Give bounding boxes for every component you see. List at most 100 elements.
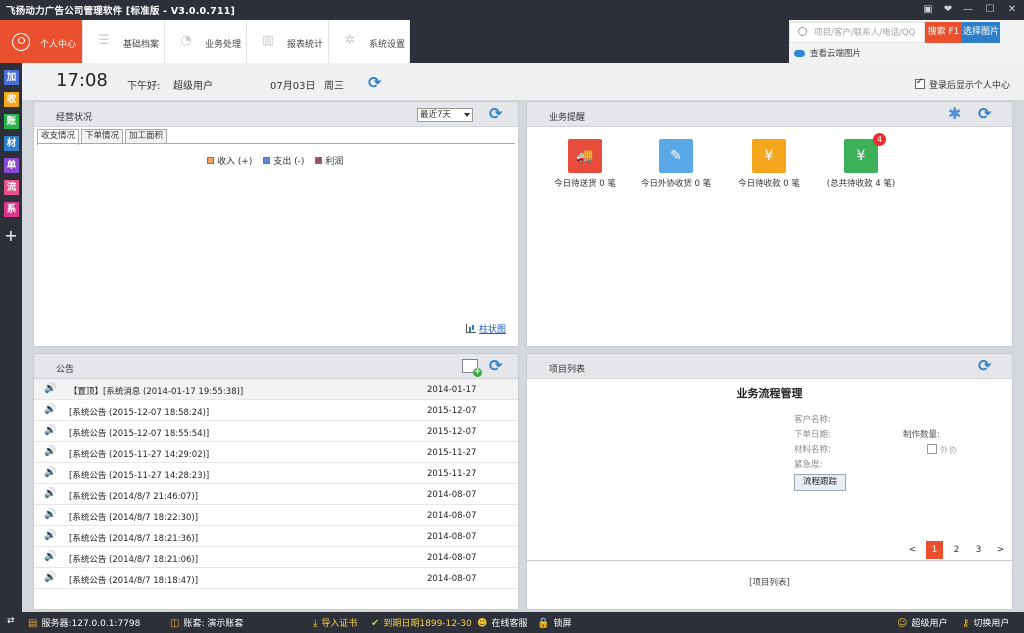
search-button[interactable]: 搜索 F1 (925, 22, 962, 43)
status-bar: ⇄ ▤ 服务器:127.0.0.1:7798 ◫ 账套: 演示账套 ⤓ 导入证书 ✔ 到… (0, 612, 1024, 633)
cloud-label: 查看云端图片 (810, 49, 862, 59)
search-area: 搜索 F1 选择图片 查看云端图片 (789, 20, 1024, 63)
notices-panel: 公告 ⟳ 🔊 【置顶】[系统消息 (2014-01-17 19:55:38)] … (33, 353, 519, 610)
tab-business[interactable]: ◔ 业务处理 (165, 20, 247, 63)
notice-text: [系统公告 (2014/8/7 18:21:36)] (69, 534, 199, 544)
refresh-icon[interactable]: ⟳ (489, 106, 502, 122)
notice-date: 2014-08-07 (427, 490, 477, 500)
refresh-icon[interactable]: ⟳ (978, 106, 991, 122)
reminder-receivable-total[interactable]: ¥ 4 (总共待收款 4 笔) (816, 133, 906, 189)
quantity-label: 制作数量: (903, 430, 940, 440)
current-user[interactable]: ☺ 超级用户 (897, 616, 947, 629)
show-on-login-checkbox[interactable]: 登录后显示个人中心 (915, 77, 1011, 91)
quick-order[interactable]: 单 (4, 158, 19, 173)
notice-row[interactable]: 🔊 [系统公告 (2014/8/7 18:21:06)] 2014-08-07 (34, 547, 518, 568)
pager-next[interactable]: > (992, 541, 1009, 559)
legend-swatch (315, 157, 323, 164)
account-info: ◫ 账套: 演示账套 (170, 616, 243, 629)
online-service-button[interactable]: ☻ 在线客服 (477, 616, 527, 629)
pager-page-1[interactable]: 1 (926, 541, 943, 559)
quick-flow[interactable]: 流 (4, 180, 19, 195)
database-icon: ◫ (170, 618, 180, 629)
tab-personal-center[interactable]: 个人中心 (0, 20, 83, 63)
tab-basic-archive[interactable]: ☰ 基础档案 (83, 20, 165, 63)
checkbox-label: 登录后显示个人中心 (929, 81, 1011, 91)
clock: 17:08 (56, 70, 108, 91)
cloud-images-link[interactable]: 查看云端图片 (794, 47, 861, 59)
choose-image-button[interactable]: 选择图片 (962, 22, 1000, 43)
switch-user-label: 切换用户 (973, 619, 1010, 629)
maximize-button[interactable]: ☐ (982, 2, 998, 18)
swap-icon[interactable]: ⇄ (7, 616, 15, 626)
tab-label: 业务处理 (205, 40, 242, 50)
favorite-icon[interactable]: ❤ (940, 2, 956, 18)
lock-screen-button[interactable]: 🔒 锁屏 (537, 616, 571, 629)
skin-icon[interactable]: ▣ (920, 2, 936, 18)
pager-prev[interactable]: < (904, 541, 921, 559)
tab-settings[interactable]: ✲ 系统设置 (329, 20, 410, 63)
minimize-button[interactable]: — (960, 2, 976, 18)
pager-page-3[interactable]: 3 (970, 541, 987, 559)
reminder-delivery[interactable]: 🚚 今日待送货 0 笔 (540, 139, 630, 189)
tab-orders[interactable]: 下单情况 (81, 129, 124, 144)
tab-processing-area[interactable]: 加工面积 (125, 129, 168, 144)
notice-row[interactable]: 🔊 [系统公告 (2015-12-07 18:58:24)] 2015-12-0… (34, 400, 518, 421)
quick-material[interactable]: 材 (4, 136, 19, 151)
truck-icon: 🚚 (568, 139, 602, 173)
notice-row[interactable]: 🔊 [系统公告 (2015-11-27 14:29:02)] 2015-11-2… (34, 442, 518, 463)
bar-chart-icon: ▥ (261, 33, 275, 48)
gauge-icon: ◔ (180, 33, 192, 48)
notice-row[interactable]: 🔊 [系统公告 (2014/8/7 18:21:36)] 2014-08-07 (34, 526, 518, 547)
quick-system[interactable]: 系 (4, 202, 19, 217)
refresh-icon[interactable]: ⟳ (489, 358, 502, 374)
bar-chart-icon (466, 324, 476, 333)
notice-date: 2014-08-07 (427, 574, 477, 584)
bar-chart-label: 柱状图 (479, 325, 507, 335)
notice-date: 2015-11-27 (427, 469, 477, 479)
period-select[interactable]: 最近7天 (417, 108, 473, 122)
speaker-icon: 🔊 (44, 530, 57, 541)
order-date-label: 下单日期: (794, 430, 831, 440)
gear-icon[interactable]: ✱ (948, 106, 961, 122)
reminder-outsource[interactable]: ✎ 今日外协收货 0 笔 (631, 139, 721, 189)
track-flow-button[interactable]: 流程跟踪 (794, 474, 846, 491)
quick-account[interactable]: 账 (4, 114, 19, 129)
notice-row[interactable]: 🔊 [系统公告 (2015-11-27 14:28:23)] 2015-11-2… (34, 463, 518, 484)
notice-row[interactable]: 🔊 【置顶】[系统消息 (2014-01-17 19:55:38)] 2014-… (34, 379, 518, 400)
quick-add[interactable]: 加 (4, 70, 19, 85)
refresh-icon[interactable]: ⟳ (368, 75, 381, 91)
expire-date: ✔ 到期日期1899-12-30 (371, 616, 472, 629)
legend-swatch (263, 157, 271, 164)
add-notice-icon[interactable] (462, 359, 482, 377)
pager-page-2[interactable]: 2 (948, 541, 965, 559)
notice-row[interactable]: 🔊 [系统公告 (2014/8/7 18:22:30)] 2014-08-07 (34, 505, 518, 526)
notice-row[interactable]: 🔊 [系统公告 (2014/8/7 18:18:47)] 2014-08-07 (34, 568, 518, 589)
notice-text: [系统公告 (2014/8/7 21:46:07)] (69, 492, 199, 502)
quick-receive[interactable]: 收 (4, 92, 19, 107)
material-label: 材料名称: (794, 445, 831, 455)
notice-row[interactable]: 🔊 [系统公告 (2014/8/7 21:46:07)] 2014-08-07 (34, 484, 518, 505)
speaker-icon: 🔊 (44, 467, 57, 478)
search-input[interactable] (814, 26, 922, 40)
quick-add-more-icon[interactable]: + (3, 228, 19, 244)
close-button[interactable]: ✕ (1004, 2, 1020, 18)
outsource-label: 外协 (940, 446, 958, 456)
notice-text: [系统公告 (2014/8/7 18:21:06)] (69, 555, 199, 565)
tab-reports[interactable]: ▥ 报表统计 (247, 20, 329, 63)
notice-date: 2015-11-27 (427, 448, 477, 458)
bar-chart-link[interactable]: 柱状图 (466, 322, 506, 335)
weekday: 周三 (324, 81, 344, 92)
user-name: 超级用户 (173, 81, 213, 92)
refresh-icon[interactable]: ⟳ (978, 358, 991, 374)
switch-user-button[interactable]: ⚷ 切换用户 (962, 616, 1009, 629)
reminder-receivable-today[interactable]: ¥ 今日待收款 0 笔 (724, 139, 814, 189)
notice-row[interactable]: 🔊 [系统公告 (2015-12-07 18:55:54)] 2015-12-0… (34, 421, 518, 442)
notice-text: [系统公告 (2015-11-27 14:28:23)] (69, 471, 210, 481)
reminder-label: 今日待收款 0 笔 (738, 179, 800, 189)
import-cert-button[interactable]: ⤓ 导入证书 (313, 616, 357, 629)
outsource-checkbox[interactable]: 外协 (927, 444, 957, 456)
notice-date: 2015-12-07 (427, 406, 477, 416)
list-icon: ☰ (98, 33, 110, 48)
search-icon (798, 27, 807, 36)
tab-label: 个人中心 (40, 40, 77, 50)
